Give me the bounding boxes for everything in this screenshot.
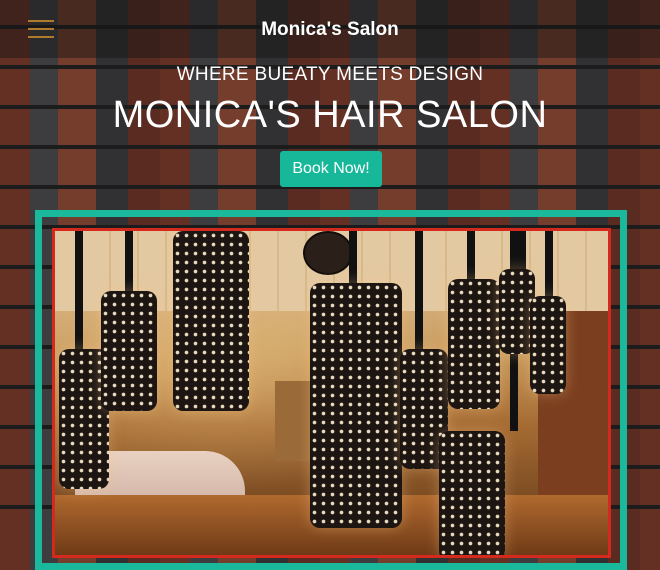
lamp-rod — [467, 231, 475, 281]
page-title: MONICA'S HAIR SALON — [112, 94, 548, 136]
lamp-rod — [125, 231, 133, 291]
lamp-rod — [75, 231, 83, 351]
lamp-rod — [415, 231, 423, 351]
navbar: Monica's Salon — [0, 0, 660, 58]
pendant-lamp — [439, 431, 505, 555]
brand-title[interactable]: Monica's Salon — [0, 19, 660, 41]
lamp-rod — [545, 231, 553, 296]
lamp-rod — [349, 231, 357, 291]
hero: WHERE BUEATY MEETS DESIGN MONICA'S HAIR … — [0, 64, 660, 137]
photo-doorway — [275, 381, 315, 461]
pendant-lamp — [101, 291, 157, 411]
salon-photo — [52, 228, 611, 558]
pendant-lamp — [448, 279, 500, 409]
pendant-lamp — [530, 296, 566, 394]
book-now-button[interactable]: Book Now! — [280, 151, 382, 187]
pendant-lamp — [310, 283, 402, 528]
pendant-lamp-rim — [303, 231, 353, 275]
lamp-rod — [518, 231, 526, 271]
tagline: WHERE BUEATY MEETS DESIGN — [176, 64, 484, 85]
pendant-lamp — [173, 231, 249, 411]
